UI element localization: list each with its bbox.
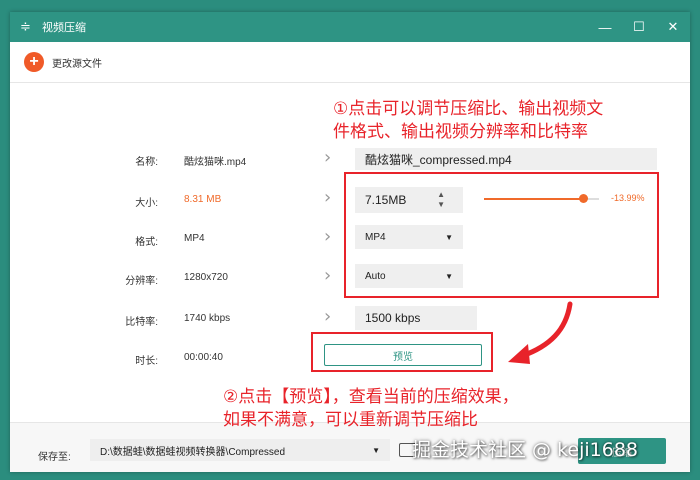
size-value: 8.31 MB bbox=[184, 194, 222, 205]
bitrate-field[interactable]: 1500 kbps bbox=[355, 306, 477, 330]
duration-value: 00:00:40 bbox=[184, 352, 223, 363]
annotation-highlight-box bbox=[311, 332, 493, 372]
change-source-button[interactable]: 更改源文件 bbox=[52, 55, 102, 70]
annotation-line: 如果不满意，可以重新调节压缩比 bbox=[223, 410, 478, 430]
annotation-text-top: ①点击可以调节压缩比、输出视频文 件格式、输出视频分辨率和比特率 bbox=[333, 98, 603, 144]
bitrate-value: 1740 kbps bbox=[184, 313, 231, 324]
format-value: MP4 bbox=[184, 233, 205, 244]
resolution-label: 分辨率: bbox=[125, 276, 158, 287]
chevron-right-icon: › bbox=[324, 265, 332, 286]
watermark: 掘金技术社区 @ keji1688 bbox=[412, 439, 639, 461]
toolbar: + 更改源文件 bbox=[10, 42, 690, 83]
dropdown-arrow-icon[interactable]: ▼ bbox=[372, 446, 380, 455]
annotation-highlight-box bbox=[344, 172, 659, 298]
annotation-line: ①点击可以调节压缩比、输出视频文 bbox=[333, 99, 604, 119]
minimize-button[interactable]: — bbox=[588, 12, 622, 42]
size-label: 大小: bbox=[135, 198, 158, 209]
output-name-field[interactable]: 酷炫猫咪_compressed.mp4 bbox=[355, 148, 657, 170]
chevron-right-icon: › bbox=[324, 306, 332, 327]
bitrate-output-text: 1500 kbps bbox=[365, 311, 421, 325]
output-name-text: 酷炫猫咪_compressed.mp4 bbox=[365, 152, 512, 167]
annotation-line: ②点击【预览】，查看当前的压缩效果， bbox=[223, 387, 519, 407]
maximize-button[interactable]: ☐ bbox=[622, 12, 656, 42]
add-icon[interactable]: + bbox=[24, 52, 44, 72]
close-button[interactable]: ✕ bbox=[656, 12, 690, 42]
annotation-line: 件格式、输出视频分辨率和比特率 bbox=[333, 122, 588, 142]
format-label: 格式: bbox=[135, 237, 158, 248]
window-title: 视频压缩 bbox=[42, 22, 86, 34]
save-to-label: 保存至: bbox=[38, 452, 71, 463]
bitrate-label: 比特率: bbox=[125, 317, 158, 328]
name-label: 名称: bbox=[135, 157, 158, 168]
chevron-right-icon: › bbox=[324, 147, 332, 168]
resolution-value: 1280x720 bbox=[184, 272, 228, 283]
compress-app-icon: ≑ bbox=[20, 19, 31, 34]
duration-label: 时长: bbox=[135, 356, 158, 367]
save-path-text: D:\数据蛙\数据蛙视频转换器\Compressed bbox=[100, 446, 286, 458]
name-value: 酷炫猫咪.mp4 bbox=[184, 157, 247, 168]
chevron-right-icon: › bbox=[324, 187, 332, 208]
compress-window: ≑ 视频压缩 — ☐ ✕ + 更改源文件 名称: 酷炫猫咪.mp4 › 酷炫猫咪… bbox=[10, 12, 690, 472]
title-bar: ≑ 视频压缩 — ☐ ✕ bbox=[10, 12, 690, 42]
annotation-text-bottom: ②点击【预览】，查看当前的压缩效果， 如果不满意，可以重新调节压缩比 bbox=[223, 386, 519, 432]
annotation-arrow-icon bbox=[508, 301, 573, 364]
chevron-right-icon: › bbox=[324, 226, 332, 247]
save-path-field[interactable]: D:\数据蛙\数据蛙视频转换器\Compressed ▼ bbox=[90, 439, 390, 461]
